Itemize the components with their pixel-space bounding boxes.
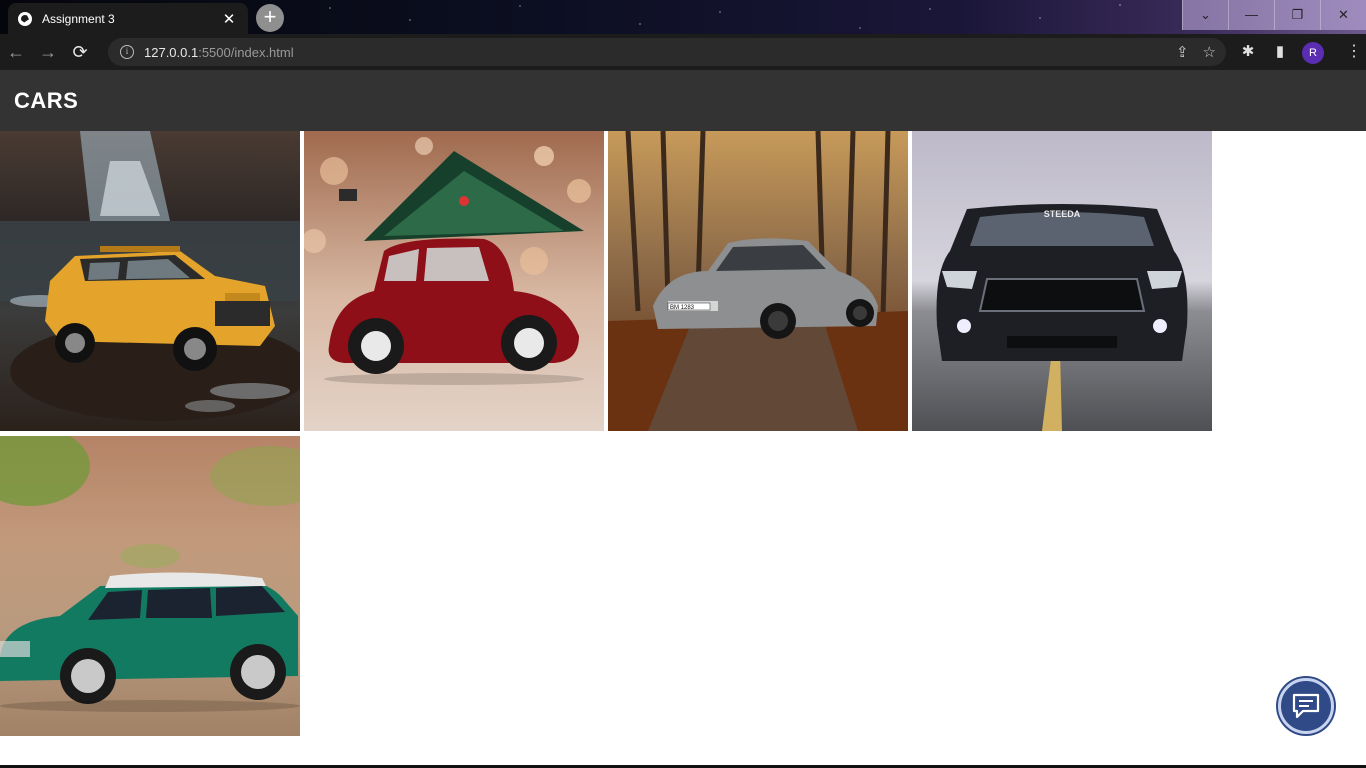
globe-icon [18,11,32,26]
page-title: CARS [14,87,79,113]
car-photo-red-beetle [304,131,604,431]
restore-button[interactable]: ❐ [1274,0,1320,30]
green-mini-image [0,436,300,736]
profile-avatar[interactable]: R [1302,42,1324,64]
browser-toolbar: ← → ⟳ i 127.0.0.1 :5500/index.html ⇪ ☆ [0,34,1366,70]
page-header: CARS [0,70,1366,131]
share-icon[interactable]: ⇪ [1176,43,1189,61]
grey-bmw-image: BM 1283 [608,131,908,431]
browser-tab[interactable]: Assignment 3 ✕ [8,3,248,34]
forward-arrow-icon[interactable]: → [32,36,64,68]
car-photo-grey-bmw: BM 1283 [608,131,908,431]
browser-tabstrip: Assignment 3 ✕ + ⌄ — ❐ ✕ [0,0,1366,34]
close-window-button[interactable]: ✕ [1320,0,1366,30]
black-mustang-image: STEEDA [912,131,1212,431]
yellow-hummer-image [0,131,300,431]
bookmark-star-icon[interactable]: ☆ [1203,43,1216,61]
tab-search-button[interactable]: ⌄ [1182,0,1228,30]
license-plate: BM 1283 [670,305,695,311]
tab-title: Assignment 3 [42,11,115,26]
extensions-puzzle-icon[interactable]: ✱ [1235,34,1261,70]
minimize-button[interactable]: — [1228,0,1274,30]
car-photo-yellow-hummer [0,131,300,431]
browser-menu-icon[interactable]: ⋮ [1346,34,1362,70]
tab-close-icon[interactable]: ✕ [220,10,238,28]
chat-bubble-icon [1292,693,1320,719]
window-controls: ⌄ — ❐ ✕ [1182,0,1366,30]
url-host: 127.0.0.1 [144,44,199,60]
url-path: :5500/index.html [198,44,294,60]
red-beetle-image [304,131,604,431]
reload-icon[interactable]: ⟳ [64,36,96,68]
car-photo-green-mini [0,436,300,736]
site-info-icon[interactable]: i [120,45,134,59]
back-arrow-icon[interactable]: ← [0,36,32,68]
side-panel-icon[interactable]: ▮ [1267,34,1293,70]
car-photo-black-mustang: STEEDA [912,131,1212,431]
chat-button[interactable] [1278,678,1334,734]
address-bar[interactable]: i 127.0.0.1 :5500/index.html ⇪ ☆ [108,38,1226,66]
new-tab-button[interactable]: + [256,4,284,32]
windshield-banner: STEEDA [1044,209,1081,219]
